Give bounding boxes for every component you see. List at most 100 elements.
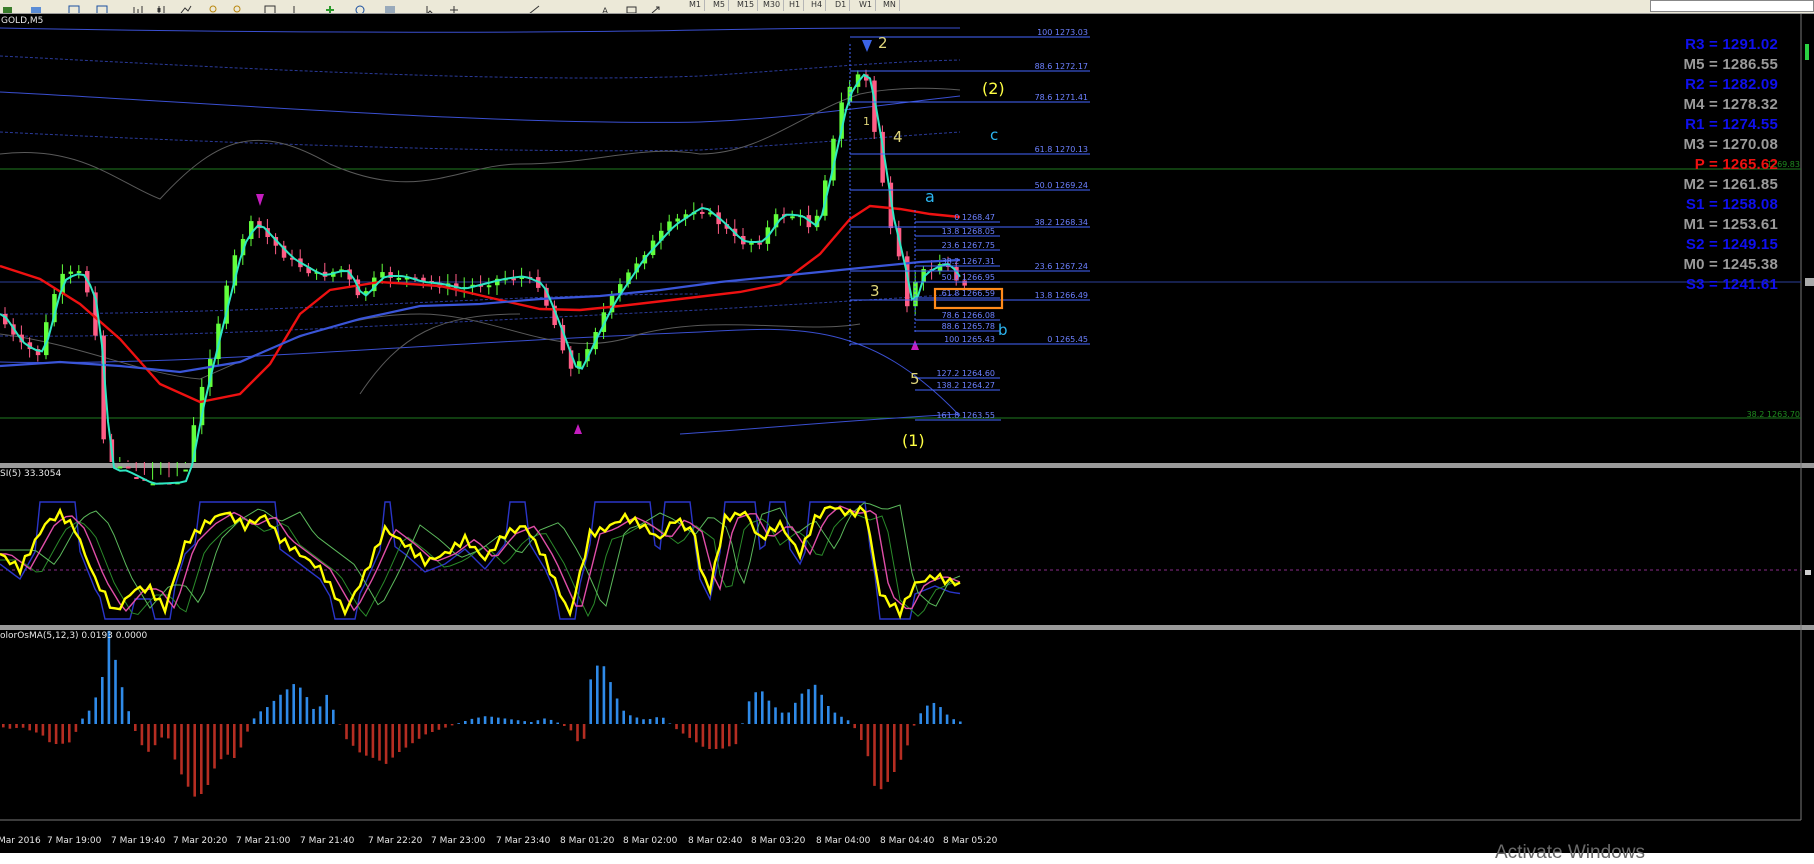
chart-window[interactable]: 100 1273.03 88.6 1272.17 78.6 1271.41 61.8 … <box>0 14 1814 853</box>
osma-bar <box>299 687 302 724</box>
osma-bar <box>213 724 216 769</box>
timeframe-m5[interactable]: M5 <box>710 0 729 11</box>
pivot-level-label: M0 = 1245.38 <box>1683 256 1778 273</box>
timeframe-d1[interactable]: D1 <box>832 0 851 11</box>
osma-bar <box>893 724 896 772</box>
osma-bar <box>912 724 916 726</box>
cursor-icon[interactable] <box>424 0 437 13</box>
timeframe-m15[interactable]: M15 <box>734 0 759 11</box>
osma-bar <box>655 717 658 724</box>
fib-level-label: 13.8 1266.49 <box>1035 291 1088 300</box>
fib-level-label: 23.6 1267.24 <box>1035 262 1088 271</box>
wave-label-b: b <box>998 321 1008 339</box>
fib-level-label: 138.2 1264.27 <box>936 381 995 390</box>
fractal-arrows <box>256 40 919 434</box>
indicators-icon[interactable] <box>324 0 337 13</box>
symbol-label: GOLD,M5 <box>1 16 44 26</box>
pivot-level-label: S2 = 1249.15 <box>1685 236 1778 253</box>
osma-bar <box>378 724 381 761</box>
time-label: 8 Mar 04:00 <box>816 836 871 846</box>
osma-bar <box>721 724 724 749</box>
line-chart-icon[interactable] <box>180 0 193 13</box>
timeframe-w1[interactable]: W1 <box>856 0 876 11</box>
osma-bar <box>219 724 223 760</box>
osma-bar <box>780 712 784 724</box>
trendline-icon[interactable] <box>528 0 541 13</box>
wave-label-4: 4 <box>893 128 903 146</box>
osma-bar <box>563 724 566 726</box>
bar-chart-icon[interactable] <box>132 0 145 13</box>
time-label: 8 Mar 01:20 <box>560 836 615 846</box>
osma-bar <box>200 724 203 794</box>
wave-label-5: 5 <box>910 370 920 388</box>
templates-icon[interactable] <box>384 0 397 13</box>
osma-bar <box>609 682 612 724</box>
osma-bar <box>833 712 837 724</box>
pivot-level-label: R1 = 1274.55 <box>1685 116 1778 133</box>
market-watch-icon[interactable] <box>68 0 81 13</box>
search-input[interactable] <box>1650 0 1814 12</box>
candle-body <box>757 242 762 245</box>
crosshair-icon[interactable] <box>448 0 461 13</box>
timeframe-mn[interactable]: MN <box>880 0 900 11</box>
osma-bar <box>437 724 441 730</box>
text-tool-icon[interactable]: A <box>600 0 613 14</box>
osma-bar <box>226 724 229 755</box>
osma-bar <box>272 700 276 724</box>
osma-bar <box>530 722 533 724</box>
fib-level-label: 13.8 1268.05 <box>942 227 995 236</box>
osma-bar <box>820 694 823 724</box>
profile-icon[interactable] <box>30 0 43 13</box>
candlestick-icon[interactable] <box>156 0 169 13</box>
candle-body <box>126 466 131 469</box>
osma-bar <box>358 724 361 753</box>
rsi-level-marker <box>1805 570 1811 575</box>
osma-bar <box>140 724 144 746</box>
svg-text:A: A <box>602 7 609 14</box>
navigator-icon[interactable] <box>96 0 109 13</box>
osma-bar <box>444 724 447 728</box>
arrow-tool-icon[interactable] <box>650 0 663 13</box>
osma-bar <box>68 724 71 743</box>
osma-bar <box>332 709 335 724</box>
timeframe-h4[interactable]: H4 <box>808 0 827 11</box>
fib-level-label: 100 1265.43 <box>944 335 995 344</box>
panel-separator[interactable] <box>0 625 1814 630</box>
panel-separator[interactable] <box>0 463 1814 468</box>
osma-bar <box>186 724 190 787</box>
osma-bar <box>338 724 342 725</box>
periodicity-icon[interactable] <box>354 0 367 13</box>
osma-bar <box>860 724 863 740</box>
fib-level-label: 0 1268.47 <box>954 213 995 222</box>
tile-windows-icon[interactable] <box>264 0 277 13</box>
fibonacci-retracement: 100 1273.03 88.6 1272.17 78.6 1271.41 61.8 … <box>850 28 1090 421</box>
timeframe-m30[interactable]: M30 <box>760 0 785 11</box>
timeframe-m1[interactable]: M1 <box>686 0 705 11</box>
new-order-icon[interactable] <box>2 0 15 13</box>
fib-level-label: 50.0 1266.95 <box>942 273 995 282</box>
osma-bar <box>101 677 104 724</box>
osma-bar <box>952 719 955 724</box>
osma-bar <box>180 724 183 775</box>
timeframe-h1[interactable]: H1 <box>786 0 805 11</box>
osma-bar <box>404 724 408 748</box>
zoom-in-icon[interactable] <box>208 0 221 13</box>
osma-bar <box>919 713 922 724</box>
osma-bar <box>147 724 150 752</box>
label-tool-icon[interactable] <box>626 0 639 13</box>
rsi-band-line <box>0 501 961 620</box>
osma-bar <box>61 724 64 744</box>
osma-bar <box>21 724 25 728</box>
osma-bar <box>345 724 348 740</box>
zoom-out-icon[interactable] <box>232 0 245 13</box>
fib-level-label: 61.8 1270.13 <box>1035 145 1088 154</box>
osma-bar <box>873 724 876 786</box>
pivot-level-label: S1 = 1258.08 <box>1685 196 1778 213</box>
chart-shift-icon[interactable] <box>292 0 305 13</box>
osma-bar <box>431 724 434 732</box>
candle-body <box>134 477 139 480</box>
fractal-down-arrow-icon <box>256 194 264 206</box>
candle-body <box>486 285 492 288</box>
chart-canvas[interactable]: 100 1273.03 88.6 1272.17 78.6 1271.41 61.8 … <box>0 14 1814 853</box>
osma-bar <box>2 724 5 728</box>
